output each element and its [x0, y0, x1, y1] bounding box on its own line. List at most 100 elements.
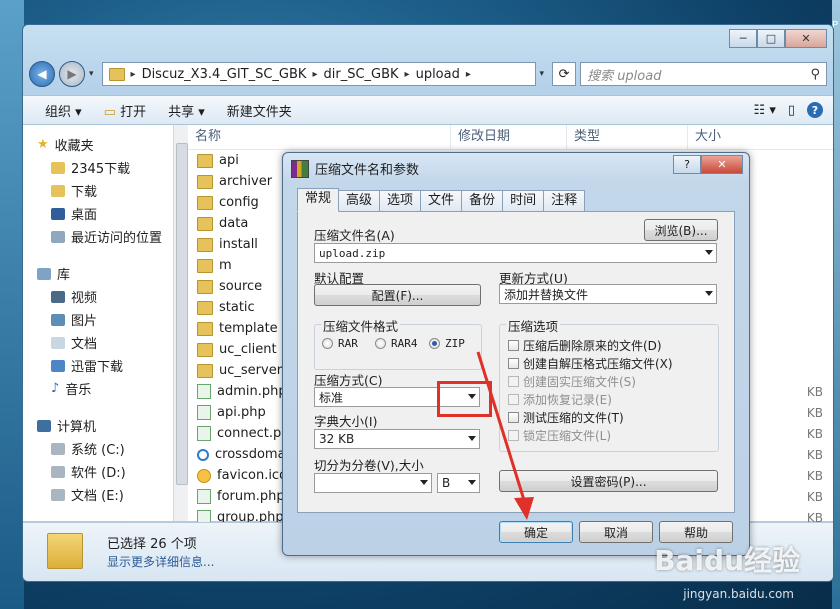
nav-item-drive-c[interactable]: 系统 (C:): [23, 437, 173, 460]
breadcrumb-item[interactable]: dir_SC_GBK: [323, 67, 398, 82]
archive-name-dialog: 压缩文件名和参数 ? ✕ 常规 高级 选项 文件 备份 时间 注释 压缩文件名(…: [282, 152, 750, 556]
file-name: install: [219, 237, 258, 252]
back-button[interactable]: ◀: [29, 61, 55, 87]
breadcrumb-item[interactable]: upload: [416, 67, 460, 82]
cancel-button[interactable]: 取消: [579, 521, 653, 543]
library-icon: [37, 267, 51, 280]
dropdown-arrow-icon[interactable]: [705, 250, 713, 255]
chevron-right-icon[interactable]: ▸: [466, 69, 471, 80]
open-button[interactable]: ▭ 打开: [104, 101, 146, 120]
address-dropdown-icon[interactable]: ▾: [540, 69, 545, 79]
nav-item-downloads[interactable]: 下载: [23, 179, 173, 202]
column-header-name[interactable]: 名称: [188, 125, 451, 149]
folder-icon: [197, 321, 213, 336]
open-label: 打开: [120, 104, 147, 120]
dialog-controls: ? ✕: [673, 155, 743, 174]
nav-item-videos[interactable]: 视频: [23, 285, 173, 308]
option-label: 创建固实压缩文件(S): [523, 375, 636, 389]
nav-label: 计算机: [57, 420, 97, 435]
split-size-input[interactable]: [314, 473, 432, 493]
option-sfx[interactable]: 创建自解压格式压缩文件(X): [508, 355, 673, 372]
ok-button[interactable]: 确定: [499, 521, 573, 543]
option-delete-after[interactable]: 压缩后删除原来的文件(D): [508, 337, 662, 354]
search-input[interactable]: 搜索 upload ⚲: [580, 62, 827, 86]
nav-item-2345-downloads[interactable]: 2345下载: [23, 156, 173, 179]
column-header-date[interactable]: 修改日期: [451, 125, 567, 149]
breadcrumb-item[interactable]: Discuz_X3.4_GIT_SC_GBK: [142, 67, 307, 82]
profiles-button[interactable]: 配置(F)...: [314, 284, 481, 306]
nav-item-drive-d[interactable]: 软件 (D:): [23, 460, 173, 483]
nav-item-recent[interactable]: 最近访问的位置: [23, 225, 173, 248]
nav-libraries[interactable]: 库: [23, 262, 173, 285]
dropdown-arrow-icon[interactable]: [420, 480, 428, 485]
nav-scrollbar[interactable]: [173, 125, 188, 521]
checkbox-icon: [508, 430, 519, 441]
history-dropdown-icon[interactable]: ▾: [89, 69, 94, 79]
options-group-title: 压缩选项: [506, 316, 561, 335]
forward-button[interactable]: ▶: [59, 61, 85, 87]
refresh-button[interactable]: ⟳: [552, 62, 577, 86]
file-name: api.php: [217, 405, 266, 420]
tab-comment[interactable]: 注释: [543, 190, 586, 211]
new-folder-button[interactable]: 新建文件夹: [227, 101, 292, 120]
share-button[interactable]: 共享 ▾: [168, 101, 205, 120]
tab-advanced[interactable]: 高级: [338, 190, 381, 211]
file-name: admin.php: [217, 384, 287, 399]
scrollbar-thumb[interactable]: [176, 143, 188, 485]
file-name: forum.php: [217, 489, 285, 504]
nav-label: 视频: [71, 291, 98, 306]
tab-files[interactable]: 文件: [420, 190, 463, 211]
set-password-button[interactable]: 设置密码(P)...: [499, 470, 718, 492]
nav-favorites[interactable]: ★ 收藏夹: [23, 133, 173, 156]
column-header-type[interactable]: 类型: [567, 125, 688, 149]
folder-icon: [197, 300, 213, 315]
dropdown-arrow-icon[interactable]: [705, 291, 713, 296]
nav-item-thunder-downloads[interactable]: 迅雷下载: [23, 354, 173, 377]
organize-button[interactable]: 组织 ▾: [45, 101, 82, 120]
dictionary-select[interactable]: 32 KB: [314, 429, 480, 449]
close-button[interactable]: ✕: [785, 29, 827, 48]
format-radio-rar[interactable]: RAR: [322, 337, 358, 350]
column-header-size[interactable]: 大小: [688, 125, 775, 149]
nav-item-music[interactable]: ♪ 音乐: [23, 377, 173, 400]
dialog-help-button[interactable]: ?: [673, 155, 701, 174]
split-unit-select[interactable]: B: [437, 473, 480, 493]
dropdown-arrow-icon[interactable]: [468, 436, 476, 441]
nav-item-desktop[interactable]: 桌面: [23, 202, 173, 225]
chevron-right-icon[interactable]: ▸: [131, 69, 136, 80]
nav-item-documents[interactable]: 文档: [23, 331, 173, 354]
nav-computer[interactable]: 计算机: [23, 414, 173, 437]
archive-name-input[interactable]: upload.zip: [314, 243, 717, 263]
checkbox-icon: [508, 358, 519, 369]
nav-item-drive-e[interactable]: 文档 (E:): [23, 483, 173, 506]
file-name: favicon.ico: [217, 468, 288, 483]
tab-options[interactable]: 选项: [379, 190, 422, 211]
option-test[interactable]: 测试压缩的文件(T): [508, 409, 624, 426]
preview-pane-icon[interactable]: ▯: [788, 103, 795, 118]
tab-general[interactable]: 常规: [297, 188, 340, 212]
address-bar[interactable]: ▸ Discuz_X3.4_GIT_SC_GBK ▸ dir_SC_GBK ▸ …: [101, 62, 536, 86]
maximize-button[interactable]: □: [757, 29, 785, 48]
format-radio-rar4[interactable]: RAR4: [375, 337, 418, 350]
minimize-button[interactable]: ─: [729, 29, 757, 48]
help-icon[interactable]: ?: [807, 102, 823, 118]
browse-button[interactable]: 浏览(B)...: [644, 219, 718, 241]
dropdown-arrow-icon[interactable]: [468, 480, 476, 485]
chevron-right-icon[interactable]: ▸: [405, 69, 410, 80]
thunder-download-icon: [51, 359, 65, 372]
nav-label: 收藏夹: [54, 139, 94, 154]
open-icon: ▭: [103, 104, 116, 120]
nav-label: 软件 (D:): [71, 466, 126, 481]
format-group-title: 压缩文件格式: [321, 316, 401, 335]
chevron-right-icon[interactable]: ▸: [312, 69, 317, 80]
update-mode-select[interactable]: 添加并替换文件: [499, 284, 717, 304]
tab-backup[interactable]: 备份: [461, 190, 504, 211]
show-more-details-link[interactable]: 显示更多详细信息...: [107, 553, 214, 570]
tab-time[interactable]: 时间: [502, 190, 545, 211]
dialog-close-button[interactable]: ✕: [701, 155, 743, 174]
nav-label: 迅雷下载: [71, 360, 124, 375]
format-radio-zip[interactable]: ZIP: [429, 337, 465, 350]
search-icon[interactable]: ⚲: [810, 67, 820, 82]
nav-item-pictures[interactable]: 图片: [23, 308, 173, 331]
view-options-icon[interactable]: ☷ ▾: [754, 103, 776, 118]
